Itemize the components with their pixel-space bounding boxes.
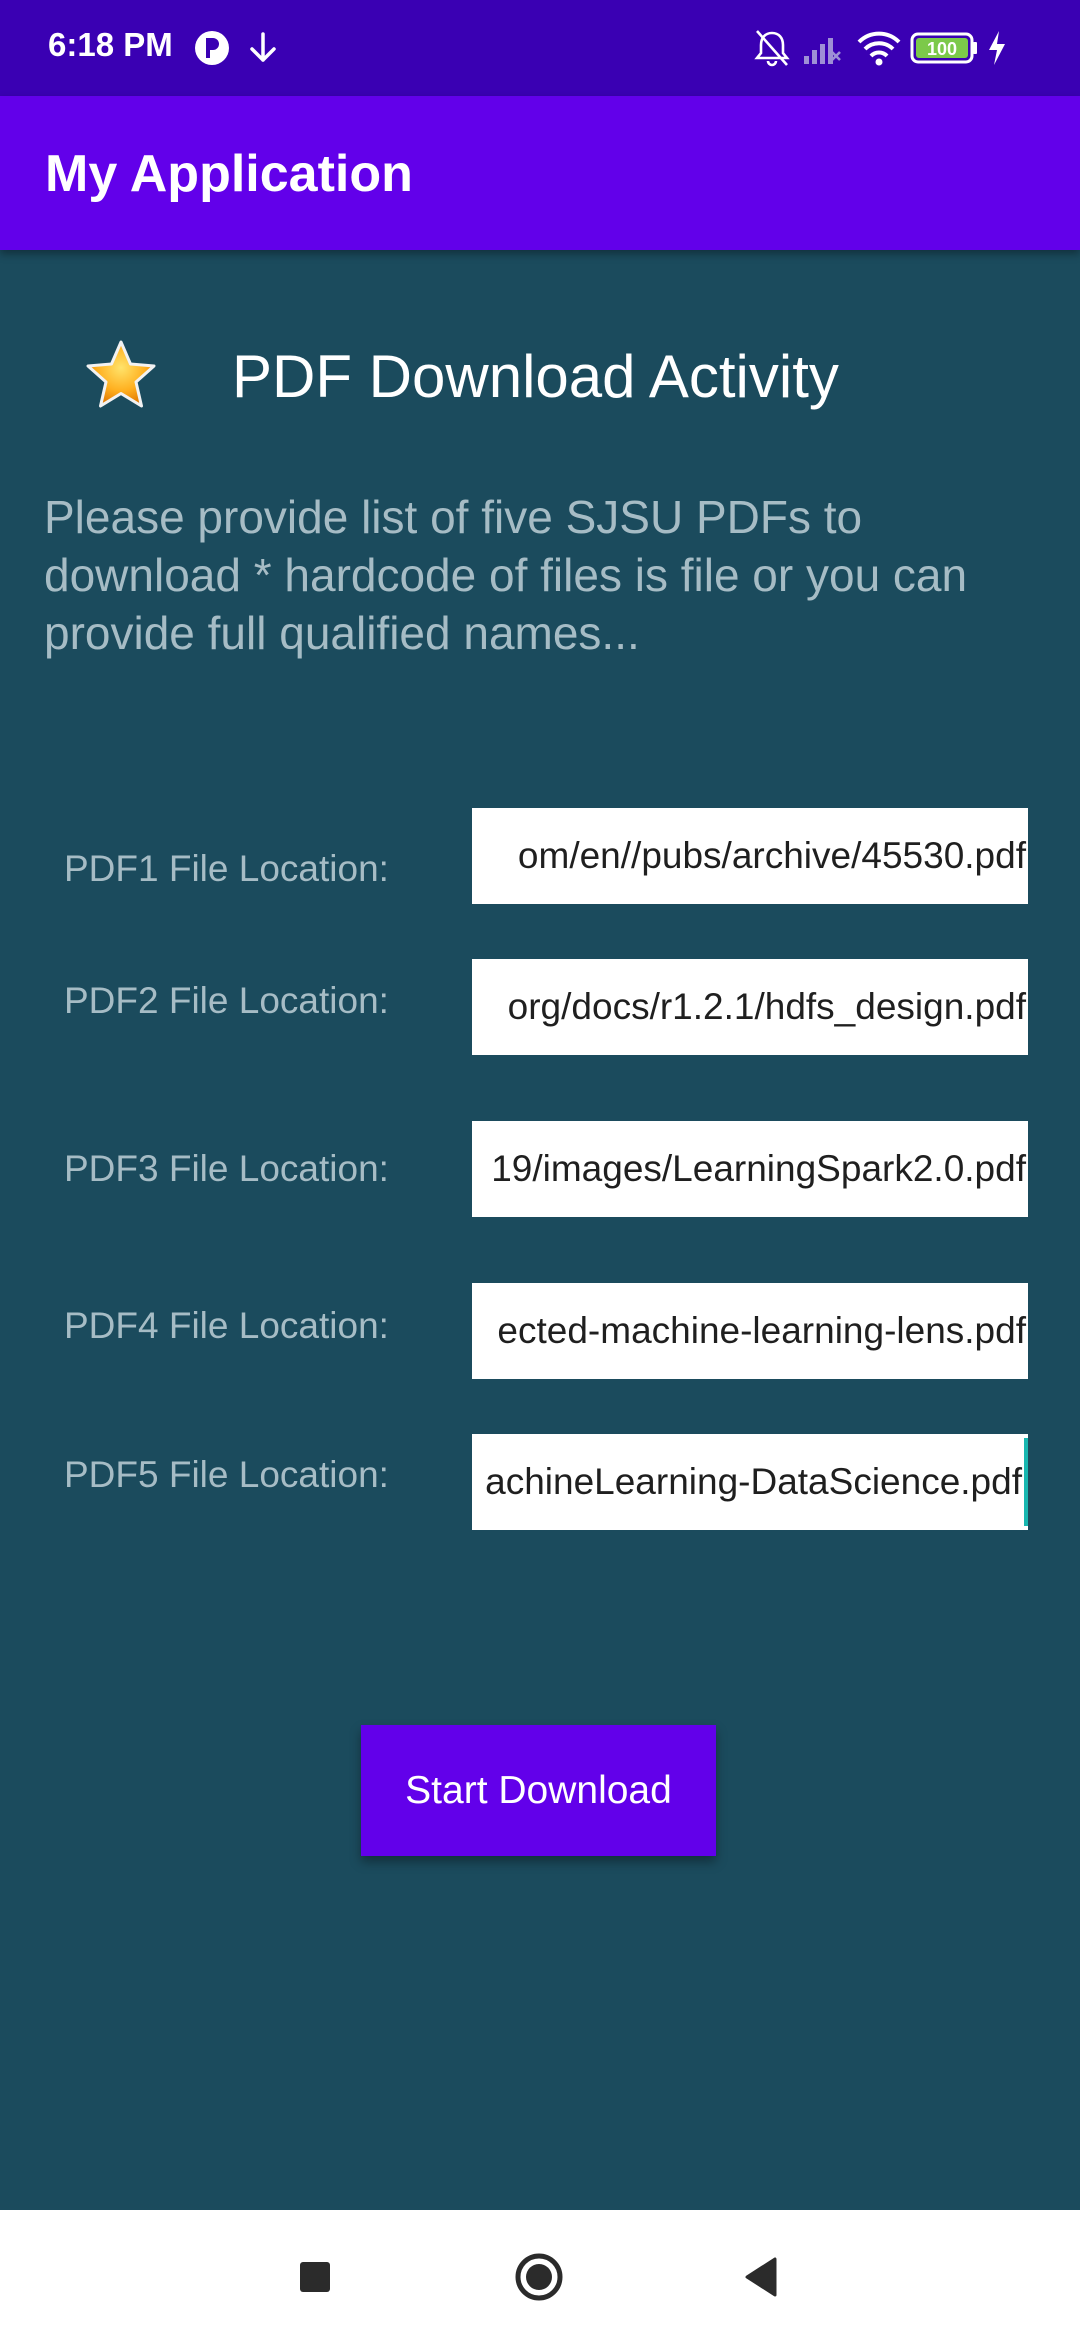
pdf4-location-value: ected-machine-learning-lens.pdf	[497, 1310, 1026, 1351]
text-cursor	[1024, 1438, 1028, 1526]
pdf3-location-input[interactable]: 19/images/LearningSpark2.0.pdf	[472, 1121, 1028, 1217]
wifi-icon	[857, 31, 901, 66]
pdf5-location-input[interactable]: achineLearning-DataScience.pdf	[472, 1434, 1028, 1530]
app-bar: My Application	[0, 96, 1080, 250]
app-notification-icon	[195, 31, 229, 65]
pdf4-location-input[interactable]: ected-machine-learning-lens.pdf	[472, 1283, 1028, 1379]
pdf1-location-input[interactable]: om/en//pubs/archive/45530.pdf	[472, 808, 1028, 904]
pdf2-location-input[interactable]: org/docs/r1.2.1/hdfs_design.pdf	[472, 959, 1028, 1055]
pdf5-label: PDF5 File Location:	[64, 1454, 389, 1495]
pdf3-location-value: 19/images/LearningSpark2.0.pdf	[491, 1148, 1026, 1189]
signal-off-icon	[804, 38, 841, 64]
star-icon	[86, 340, 156, 408]
app-title: My Application	[45, 145, 413, 203]
pdf2-label: PDF2 File Location:	[64, 980, 389, 1021]
back-triangle-icon[interactable]	[738, 2252, 788, 2302]
pdf2-location-value: org/docs/r1.2.1/hdfs_design.pdf	[507, 986, 1026, 1027]
pdf3-label: PDF3 File Location:	[64, 1148, 389, 1189]
pdf4-label: PDF4 File Location:	[64, 1305, 389, 1346]
pdf1-label: PDF1 File Location:	[64, 848, 389, 889]
svg-text:100: 100	[927, 39, 957, 59]
status-bar: 6:18 PM 100	[0, 0, 1080, 96]
charging-icon	[989, 31, 1005, 65]
home-circle-icon[interactable]	[514, 2252, 564, 2302]
download-icon	[250, 32, 276, 62]
start-download-button[interactable]: Start Download	[361, 1725, 716, 1856]
instructions-text: Please provide list of five SJSU PDFs to…	[44, 491, 968, 659]
recents-square-icon[interactable]	[290, 2252, 340, 2302]
battery-icon: 100	[910, 32, 977, 64]
activity-title: PDF Download Activity	[232, 343, 839, 410]
pdf1-location-value: om/en//pubs/archive/45530.pdf	[517, 835, 1026, 876]
status-time: 6:18 PM	[48, 26, 173, 63]
pdf5-location-value: achineLearning-DataScience.pdf	[485, 1461, 1022, 1502]
navigation-bar	[0, 2210, 1080, 2340]
bell-muted-icon	[754, 30, 790, 67]
